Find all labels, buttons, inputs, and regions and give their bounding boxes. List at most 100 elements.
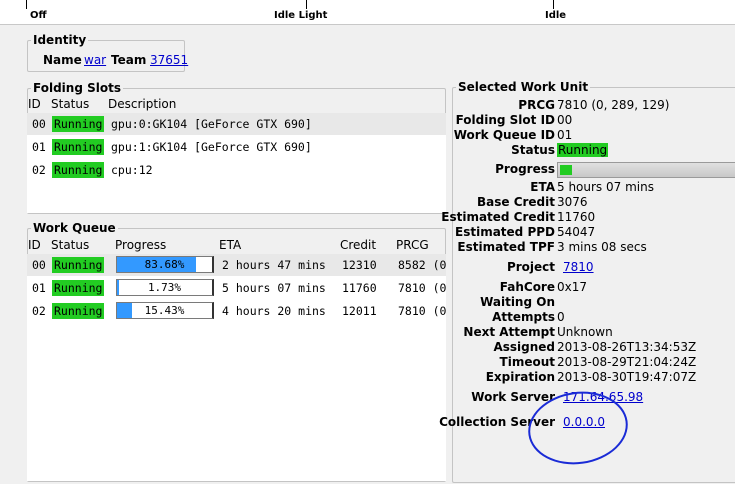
- slider-label-idle: Idle: [545, 10, 567, 21]
- wu-expiration-row: Expiration 2013-08-30T19:47:07Z: [486, 370, 697, 385]
- queue-id: 01: [32, 281, 46, 295]
- queue-row[interactable]: 02 Running 15.43% 4 hours 20 mins 12011 …: [27, 300, 446, 322]
- slot-row[interactable]: 00 Running gpu:0:GK104 [GeForce GTX 690]: [27, 113, 446, 135]
- queue-status: Running: [52, 280, 105, 296]
- col-header-description[interactable]: Description: [108, 95, 176, 113]
- identity-group: Identity Name war Team 37651: [27, 33, 188, 72]
- team-label: Team: [111, 53, 147, 67]
- wu-fahcore-row: FahCore 0x17: [500, 280, 588, 295]
- wu-attempts-row: Attempts 0: [492, 310, 565, 325]
- folding-slots-list[interactable]: ID Status Description 00 Running gpu:0:G…: [27, 95, 446, 213]
- wu-attempts-value: 0: [557, 310, 565, 324]
- wu-base-credit-row: Base Credit 3076: [477, 195, 588, 210]
- wu-est-credit-row: Estimated Credit 11760: [441, 210, 596, 225]
- wu-expiration-value: 2013-08-30T19:47:07Z: [557, 370, 697, 384]
- wu-next-attempt-value: Unknown: [557, 325, 613, 339]
- folding-slots-legend: Folding Slots: [31, 81, 123, 95]
- queue-credit: 12310: [342, 258, 377, 272]
- col-header-status[interactable]: Status: [51, 95, 89, 113]
- power-slider-strip[interactable]: Off Idle Light Idle: [0, 0, 735, 25]
- wu-slot-value: 00: [557, 113, 573, 127]
- queue-id: 02: [32, 304, 46, 318]
- queue-status: Running: [52, 303, 105, 319]
- wu-prcg-label: PRCG: [518, 98, 555, 112]
- slider-label-idle-light: Idle Light: [274, 10, 328, 21]
- wu-est-ppd-row: Estimated PPD 54047: [455, 225, 596, 240]
- col-header-progress[interactable]: Progress: [115, 236, 166, 254]
- work-queue-list[interactable]: ID Status Progress ETA Credit PRCG 00 Ru…: [27, 236, 446, 481]
- slot-description: gpu:0:GK104 [GeForce GTX 690]: [111, 117, 312, 131]
- wu-est-tpf-label: Estimated TPF: [457, 240, 555, 254]
- wu-waiting-label: Waiting On: [480, 295, 555, 309]
- queue-progress-text: 83.68%: [144, 258, 185, 271]
- name-label: Name: [43, 53, 82, 67]
- name-value-link[interactable]: war: [84, 53, 106, 67]
- wu-status-label: Status: [511, 143, 555, 157]
- wu-eta-label: ETA: [530, 180, 555, 194]
- wu-eta-value: 5 hours 07 mins: [557, 180, 654, 194]
- slider-tick: [306, 0, 307, 9]
- wu-queue-label: Work Queue ID: [453, 128, 555, 142]
- wu-est-tpf-value: 3 mins 08 secs: [557, 240, 647, 254]
- slot-status: Running: [52, 139, 105, 155]
- wu-fahcore-value: 0x17: [557, 280, 588, 294]
- queue-eta: 4 hours 20 mins: [222, 304, 326, 318]
- wu-progress-bar: [557, 162, 735, 178]
- slot-id: 01: [32, 140, 46, 154]
- wu-expiration-label: Expiration: [485, 370, 555, 384]
- wu-progress-label: Progress: [495, 162, 555, 176]
- wu-timeout-row: Timeout 2013-08-29T21:04:24Z: [500, 355, 697, 370]
- queue-credit: 12011: [342, 304, 377, 318]
- wu-est-tpf-row: Estimated TPF 3 mins 08 secs: [457, 240, 647, 255]
- queue-progress-bar: 83.68%: [116, 256, 214, 273]
- wu-project-label: Project: [506, 260, 555, 274]
- slider-tick: [26, 0, 27, 9]
- queue-progress-bar: 15.43%: [116, 302, 214, 319]
- identity-legend: Identity: [31, 33, 89, 47]
- slot-description: gpu:1:GK104 [GeForce GTX 690]: [111, 140, 312, 154]
- wu-status-row: Status Running: [511, 143, 609, 158]
- queue-row[interactable]: 01 Running 1.73% 5 hours 07 mins 11760 7…: [27, 277, 446, 299]
- wu-est-credit-label: Estimated Credit: [441, 210, 555, 224]
- wu-next-attempt-label: Next Attempt: [463, 325, 555, 339]
- wu-est-ppd-label: Estimated PPD: [455, 225, 555, 239]
- wu-prcg-value: 7810 (0, 289, 129): [557, 98, 670, 112]
- col-header-id[interactable]: ID: [28, 95, 41, 113]
- wu-eta-row: ETA 5 hours 07 mins: [530, 180, 654, 195]
- queue-credit: 11760: [342, 281, 377, 295]
- wu-est-credit-value: 11760: [557, 210, 596, 224]
- queue-progress-bar: 1.73%: [116, 279, 214, 296]
- wu-assigned-label: Assigned: [493, 340, 555, 354]
- wu-assigned-row: Assigned 2013-08-26T13:34:53Z: [493, 340, 697, 355]
- slot-row[interactable]: 02 Running cpu:12: [27, 159, 446, 181]
- selected-wu-legend: Selected Work Unit: [456, 80, 591, 94]
- team-value-link[interactable]: 37651: [150, 53, 188, 67]
- slider-tick: [553, 0, 554, 9]
- wu-status-value: Running: [557, 143, 609, 157]
- work-queue-legend: Work Queue: [31, 221, 118, 235]
- queue-row[interactable]: 00 Running 83.68% 2 hours 47 mins 12310 …: [27, 254, 446, 276]
- wu-prcg-row: PRCG 7810 (0, 289, 129): [518, 98, 670, 113]
- col-header-status[interactable]: Status: [51, 236, 89, 254]
- slot-id: 02: [32, 163, 46, 177]
- wu-assigned-value: 2013-08-26T13:34:53Z: [557, 340, 697, 354]
- queue-eta: 2 hours 47 mins: [222, 258, 326, 272]
- slider-label-off: Off: [30, 10, 47, 21]
- wu-base-credit-value: 3076: [557, 195, 588, 209]
- wu-est-ppd-value: 54047: [557, 225, 596, 239]
- col-header-eta[interactable]: ETA: [219, 236, 241, 254]
- wu-project-link[interactable]: 7810: [563, 260, 594, 274]
- queue-eta: 5 hours 07 mins: [222, 281, 326, 295]
- col-header-id[interactable]: ID: [28, 236, 41, 254]
- wu-timeout-value: 2013-08-29T21:04:24Z: [557, 355, 697, 369]
- wu-project-row: Project 7810: [507, 260, 594, 275]
- slot-status: Running: [52, 116, 105, 132]
- col-header-credit[interactable]: Credit: [340, 236, 376, 254]
- queue-progress-text: 15.43%: [144, 304, 185, 317]
- wu-queue-row: Work Queue ID 01: [454, 128, 573, 143]
- wu-next-attempt-row: Next Attempt Unknown: [463, 325, 613, 340]
- wu-slot-row: Folding Slot ID 00: [456, 113, 573, 128]
- slot-row[interactable]: 01 Running gpu:1:GK104 [GeForce GTX 690]: [27, 136, 446, 158]
- wu-base-credit-label: Base Credit: [476, 195, 555, 209]
- wu-timeout-label: Timeout: [499, 355, 555, 369]
